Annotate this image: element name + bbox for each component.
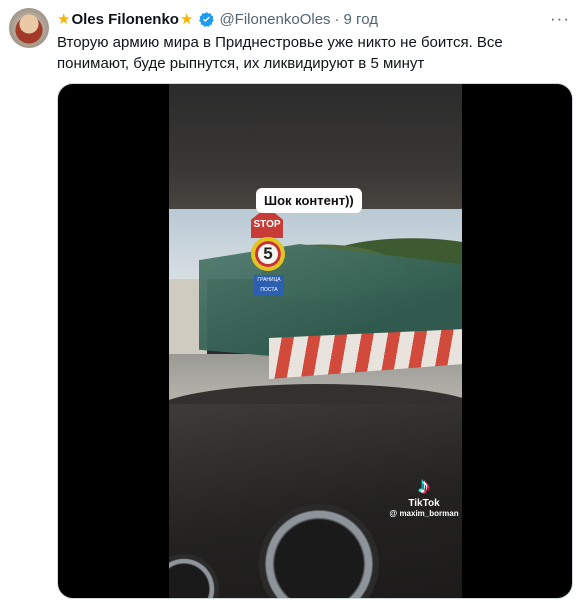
tiktok-brand: TikTok bbox=[408, 498, 440, 509]
video-caption: Шок контент)) bbox=[256, 188, 362, 213]
star-icon: ★ bbox=[57, 11, 71, 28]
video-player[interactable]: STOP 5 ГРАНИЦА ПОСТА Шок контент)) ♪ Tik… bbox=[57, 83, 573, 599]
more-icon[interactable]: ··· bbox=[548, 9, 572, 29]
video-frame[interactable]: STOP 5 ГРАНИЦА ПОСТА Шок контент)) ♪ Tik… bbox=[169, 84, 462, 598]
speed-limit-sign: 5 bbox=[251, 237, 285, 271]
author-name[interactable]: Oles Filonenko bbox=[71, 11, 179, 28]
tiktok-username: @ maxim_borman bbox=[389, 509, 459, 518]
author-handle[interactable]: @FilonenkoOles bbox=[219, 11, 330, 28]
tweet-text: Вторую армию мира в Приднестровье уже ни… bbox=[57, 34, 503, 72]
separator: · bbox=[334, 10, 340, 28]
star-icon: ★ bbox=[179, 11, 194, 28]
timestamp[interactable]: 9 год bbox=[344, 11, 378, 28]
tiktok-watermark: ♪ TikTok @ maxim_borman bbox=[387, 473, 461, 519]
border-post-sign: ГРАНИЦА ПОСТА bbox=[254, 275, 284, 295]
tiktok-logo-icon: ♪ bbox=[418, 473, 430, 498]
tweet-header: ★ Oles Filonenko ★ @FilonenkoOles · 9 го… bbox=[57, 9, 572, 29]
avatar[interactable] bbox=[9, 8, 49, 48]
verified-badge-icon bbox=[198, 11, 215, 28]
